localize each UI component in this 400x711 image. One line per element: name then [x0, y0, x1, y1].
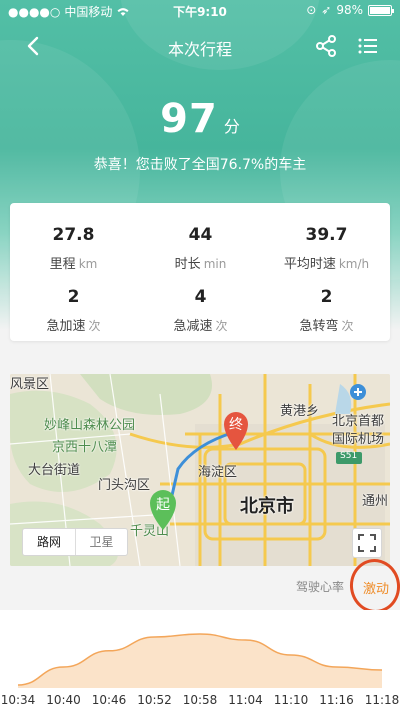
- road-map-tab[interactable]: 路网: [23, 529, 75, 555]
- stat-value: 2: [67, 287, 80, 307]
- battery-fill: [370, 6, 390, 14]
- expand-icon: [358, 534, 376, 552]
- location-icon: ➶: [321, 3, 332, 17]
- score-value: 97: [160, 96, 218, 142]
- score-display: 97 分: [0, 96, 400, 142]
- heart-rate-label: 驾驶心率: [296, 580, 345, 594]
- map-label: 门头沟区: [98, 478, 151, 493]
- stat-label: 时长: [174, 257, 201, 272]
- map-label: 妙峰山森林公园: [44, 418, 136, 433]
- stat-sharp-turn: 2 急转弯次: [263, 287, 390, 334]
- stat-rapid-decel: 4 急减速次: [137, 287, 264, 334]
- stat-avg-speed: 39.7 平均时速 km/h: [263, 225, 390, 272]
- x-tick-label: 10:46: [91, 693, 127, 707]
- page-title: 本次行程: [167, 40, 232, 59]
- share-icon[interactable]: [314, 34, 338, 58]
- x-tick-label: 11:18: [364, 693, 400, 707]
- trip-stats-card: 27.8 里程 km 44 时长 min 39.7 平均时速 km/h 2 急加速次 …: [10, 203, 390, 341]
- stat-unit: 次: [215, 319, 228, 333]
- map-label: 海淀区: [198, 465, 238, 480]
- end-marker-label: 终: [229, 417, 243, 433]
- stat-duration: 44 时长 min: [137, 225, 264, 272]
- stat-unit: min: [203, 257, 227, 271]
- map-label: 北京首都: [332, 414, 385, 429]
- end-marker[interactable]: 终: [220, 408, 252, 452]
- battery-icon: [368, 4, 394, 16]
- start-marker-label: 起: [156, 497, 170, 513]
- stat-value: 44: [188, 225, 213, 245]
- stat-unit: 次: [341, 319, 354, 333]
- stat-rapid-accel: 2 急加速次: [10, 287, 137, 334]
- map-label: 大台街道: [28, 463, 81, 478]
- chart-plot: [17, 633, 383, 688]
- stat-label: 急减速: [173, 319, 213, 334]
- x-tick-label: 10:40: [46, 693, 81, 707]
- satellite-tab[interactable]: 卫星: [75, 529, 127, 555]
- stat-label: 平均时速: [283, 257, 336, 272]
- nav-bar: 本次行程: [0, 26, 400, 66]
- map-label: 国际机场: [332, 432, 385, 447]
- x-tick-label: 10:34: [0, 693, 36, 707]
- chart-x-axis: 10:34 10:40 10:46 10:52 10:58 11:04 11:10 11:16…: [0, 693, 400, 709]
- status-bar: ●●●●○ 中国移动 下午9:10 ⊙ ➶ 98%: [0, 0, 400, 22]
- stat-value: 27.8: [52, 225, 95, 245]
- stat-label: 急加速: [46, 319, 86, 334]
- map-type-toggle: 路网 卫星: [22, 528, 128, 556]
- map-label: 京西十八潭: [52, 440, 118, 455]
- chart-area-fill: [18, 634, 382, 688]
- congrats-message: 恭喜！您击败了全国76.7%的车主: [93, 157, 307, 173]
- stat-label: 里程: [49, 257, 76, 272]
- list-menu-icon[interactable]: [356, 34, 380, 58]
- stat-label: 急转弯: [299, 319, 339, 334]
- stat-value: 2: [320, 287, 333, 307]
- route-map[interactable]: 风景区 妙峰山森林公园 京西十八潭 大台街道 门头沟区 千灵山 海淀区 北京市 …: [10, 374, 390, 566]
- start-marker[interactable]: 起: [146, 486, 180, 532]
- battery-percent: 98%: [336, 3, 363, 17]
- stat-unit: 次: [88, 319, 101, 333]
- x-tick-label: 11:16: [319, 693, 354, 707]
- x-tick-label: 11:10: [273, 693, 309, 707]
- stat-value: 39.7: [305, 225, 348, 245]
- stat-unit: km/h: [338, 257, 370, 271]
- stat-distance: 27.8 里程 km: [10, 225, 137, 272]
- map-label-city: 北京市: [240, 496, 294, 517]
- score-unit: 分: [223, 117, 240, 136]
- status-right-group: ⊙ ➶ 98%: [306, 3, 394, 17]
- stat-value: 4: [194, 287, 207, 307]
- x-tick-label: 10:52: [137, 693, 172, 707]
- map-label: 通州: [362, 494, 389, 509]
- stat-unit: km: [78, 257, 98, 271]
- road-number: S51: [340, 451, 358, 461]
- map-label: 黄港乡: [280, 404, 320, 419]
- x-tick-label: 10:58: [182, 693, 218, 707]
- x-tick-label: 11:04: [228, 693, 263, 707]
- fullscreen-button[interactable]: [352, 528, 382, 558]
- rotation-lock-icon: ⊙: [306, 3, 317, 17]
- map-label: 风景区: [10, 377, 50, 392]
